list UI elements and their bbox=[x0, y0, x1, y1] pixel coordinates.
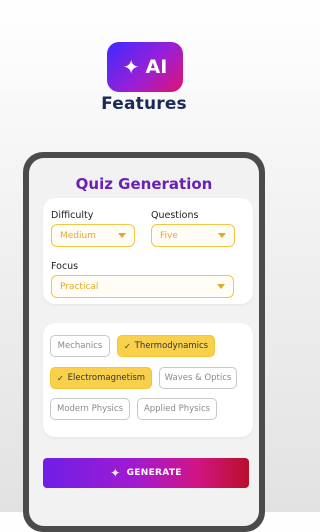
chip-label: Waves & Optics bbox=[164, 373, 232, 383]
difficulty-select[interactable]: Medium bbox=[51, 224, 135, 247]
focus-select[interactable]: Practical bbox=[51, 275, 234, 298]
topics-card: Mechanics ✓ Thermodynamics ✓ Electromagn… bbox=[43, 323, 253, 437]
topic-chip-applied-physics[interactable]: Applied Physics bbox=[137, 398, 217, 420]
phone-frame: Quiz Generation Difficulty Medium Questi… bbox=[23, 152, 265, 532]
chip-label: Electromagnetism bbox=[67, 373, 146, 383]
page-title: Quiz Generation bbox=[75, 175, 213, 193]
generate-button[interactable]: ✦ GENERATE bbox=[43, 458, 249, 488]
topic-chip-electromagnetism[interactable]: ✓ Electromagnetism bbox=[50, 367, 152, 389]
sparkle-icon: ✦ bbox=[122, 55, 140, 79]
focus-value: Practical bbox=[60, 281, 99, 292]
chevron-down-icon bbox=[217, 284, 225, 289]
phone-screen: Quiz Generation Difficulty Medium Questi… bbox=[29, 158, 259, 526]
chip-label: Mechanics bbox=[57, 341, 103, 351]
topic-chip-mechanics[interactable]: Mechanics bbox=[50, 335, 110, 357]
chevron-down-icon bbox=[118, 233, 126, 238]
chip-label: Applied Physics bbox=[143, 404, 211, 414]
questions-select[interactable]: Five bbox=[151, 224, 235, 247]
topic-chip-waves-optics[interactable]: Waves & Optics bbox=[159, 367, 237, 389]
app-icon: ✦ AI bbox=[107, 42, 183, 92]
chip-label: Thermodynamics bbox=[134, 341, 209, 351]
questions-value: Five bbox=[160, 230, 178, 241]
topic-chip-modern-physics[interactable]: Modern Physics bbox=[50, 398, 130, 420]
difficulty-label: Difficulty bbox=[51, 210, 94, 221]
difficulty-value: Medium bbox=[60, 230, 96, 241]
chevron-down-icon bbox=[218, 233, 226, 238]
focus-label: Focus bbox=[51, 261, 79, 272]
chip-label: Modern Physics bbox=[56, 404, 124, 414]
sparkle-icon: ✦ bbox=[110, 466, 121, 480]
generate-label: GENERATE bbox=[126, 468, 182, 478]
check-icon: ✓ bbox=[123, 341, 131, 351]
check-icon: ✓ bbox=[56, 373, 64, 383]
settings-card: Difficulty Medium Questions Five Focus P… bbox=[43, 198, 253, 304]
app-icon-text: AI bbox=[145, 56, 168, 78]
questions-label: Questions bbox=[151, 210, 199, 221]
features-heading: Features bbox=[101, 94, 187, 114]
topic-chip-thermodynamics[interactable]: ✓ Thermodynamics bbox=[117, 335, 215, 357]
